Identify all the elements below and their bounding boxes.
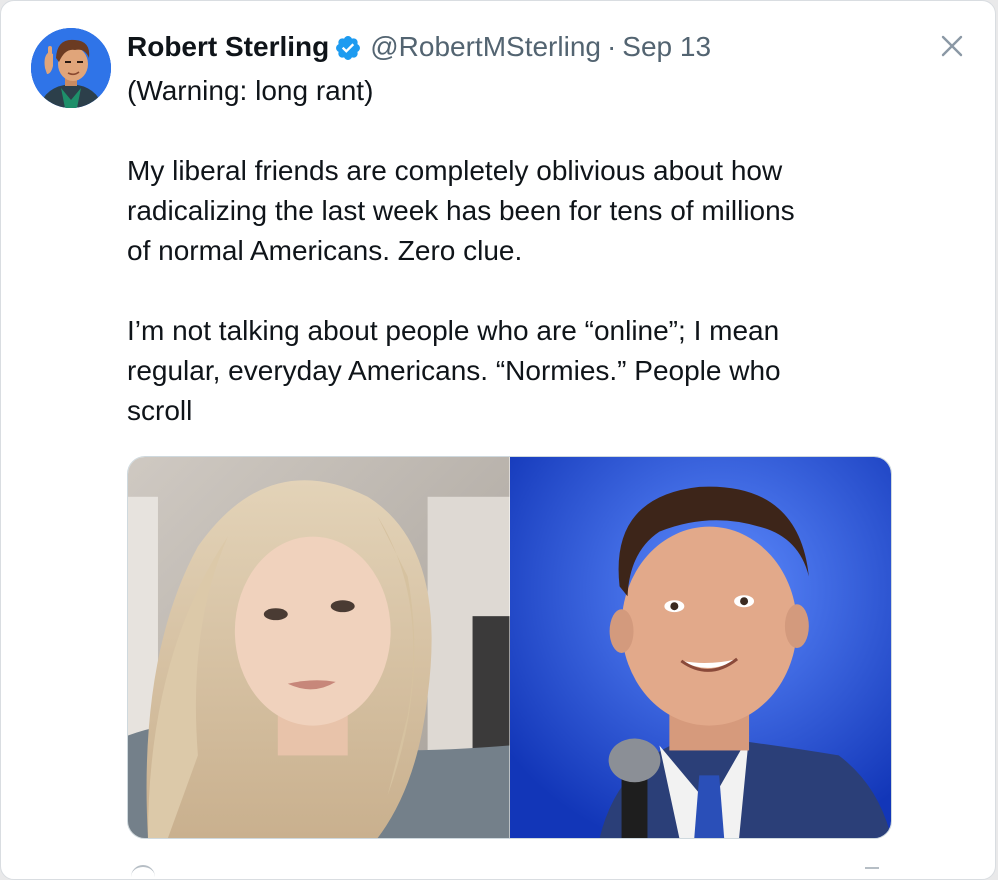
action-bar-hint	[131, 865, 155, 877]
tweet-media-grid	[127, 456, 892, 839]
tweet-card: Robert Sterling @RobertMSterling · Sep 1…	[0, 0, 996, 880]
cartoon-avatar-icon	[31, 28, 111, 108]
tweet-paragraph: (Warning: long rant)	[127, 75, 374, 106]
tweet-date[interactable]: Sep 13	[622, 27, 711, 67]
author-avatar[interactable]	[31, 28, 111, 108]
photo-woman-selfie-icon	[128, 457, 510, 838]
close-icon[interactable]	[937, 31, 967, 61]
media-photo-woman[interactable]	[128, 457, 510, 838]
tweet-paragraph: My liberal friends are completely oblivi…	[127, 155, 795, 266]
tweet-paragraph: I’m not talking about people who are “on…	[127, 315, 781, 426]
author-name[interactable]: Robert Sterling	[127, 27, 329, 67]
tweet-body: (Warning: long rant) My liberal friends …	[127, 71, 887, 431]
tweet-header: Robert Sterling @RobertMSterling · Sep 1…	[127, 27, 711, 67]
author-handle[interactable]: @RobertMSterling	[370, 27, 601, 67]
media-photo-man[interactable]	[509, 457, 891, 838]
photo-man-speaking-at-microphone-icon	[509, 457, 891, 838]
action-bar-hint	[865, 867, 879, 875]
separator-dot: ·	[606, 31, 617, 62]
verified-badge-icon	[334, 33, 362, 61]
